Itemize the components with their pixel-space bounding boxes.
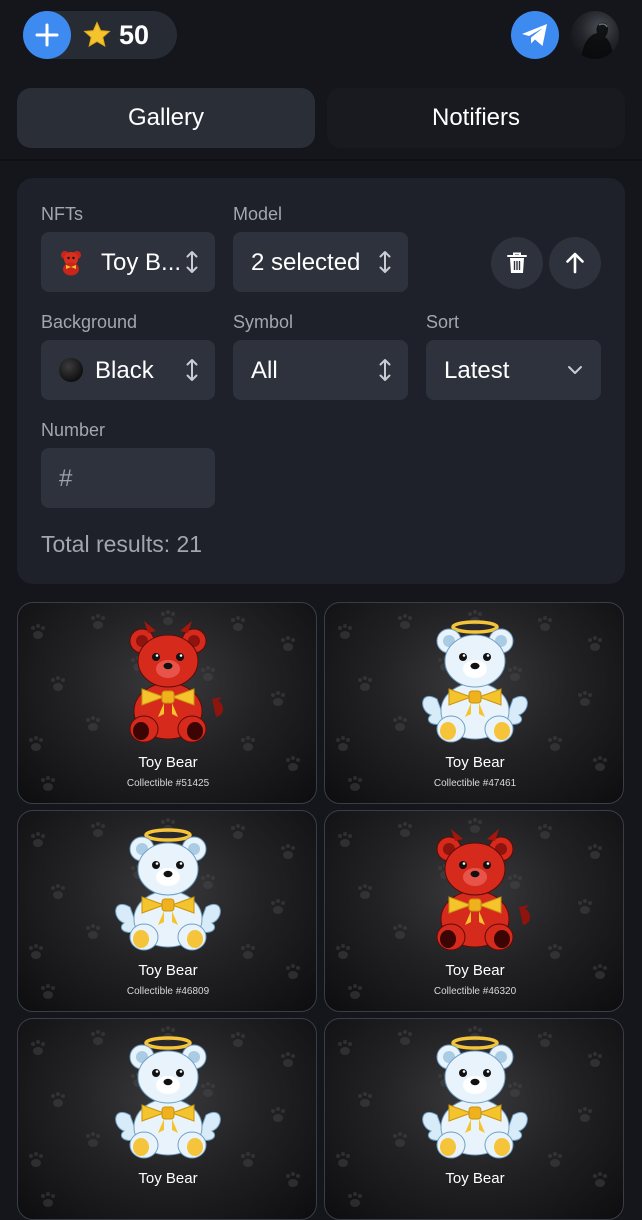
- gift-card[interactable]: Toy Bear: [324, 1018, 624, 1220]
- angel-bear-image: [422, 1036, 528, 1159]
- filters-panel: NFTs Toy B... Model 2 selected Backgroun…: [17, 178, 625, 584]
- chevron-down-icon: [568, 366, 582, 374]
- background-label: Background: [41, 312, 138, 332]
- gift-name: Toy Bear: [138, 1170, 198, 1187]
- star-balance[interactable]: 50: [23, 11, 177, 59]
- symbol-label: Symbol: [233, 312, 294, 332]
- sort-value: Latest: [444, 357, 510, 384]
- top-bar: 50 Gallery Notifiers: [0, 0, 642, 160]
- gift-card[interactable]: Toy Bear: [17, 1018, 317, 1220]
- devil-bear-image: [436, 829, 530, 951]
- gift-name: Toy Bear: [138, 962, 198, 979]
- gift-number: Collectible #46809: [126, 986, 210, 997]
- nfts-value: Toy B...: [101, 249, 182, 276]
- avatar[interactable]: [571, 11, 619, 59]
- model-label: Model: [233, 204, 283, 224]
- updown-arrow-icon: [186, 251, 198, 273]
- gift-card[interactable]: Toy Bear Collectible #46320: [324, 810, 624, 1012]
- background-value: Black: [95, 357, 154, 384]
- view-tabs: Gallery Notifiers: [17, 88, 625, 148]
- angel-bear-image: [115, 1036, 221, 1159]
- gift-card[interactable]: Toy Bear Collectible #47461: [324, 602, 624, 804]
- arrow-up-icon: [566, 252, 584, 274]
- add-stars-button[interactable]: [23, 11, 71, 59]
- background-select[interactable]: Black: [41, 340, 215, 400]
- number-placeholder: #: [59, 465, 73, 492]
- symbol-value: All: [251, 357, 278, 384]
- model-value: 2 selected: [251, 249, 361, 276]
- gift-name: Toy Bear: [445, 962, 505, 979]
- tab-notifiers[interactable]: Notifiers: [327, 88, 625, 148]
- trash-icon: [507, 252, 527, 273]
- sort-select[interactable]: Latest: [426, 340, 601, 400]
- number-input[interactable]: #: [41, 448, 215, 508]
- telegram-icon: [522, 24, 547, 46]
- total-results: Total results: 21: [41, 531, 203, 557]
- tab-gallery[interactable]: Gallery: [17, 88, 315, 148]
- symbol-select[interactable]: All: [233, 340, 408, 400]
- toy-bear-icon: [61, 251, 81, 276]
- balance-value: 50: [119, 20, 150, 50]
- gift-number: Collectible #46320: [433, 986, 517, 997]
- gift-card[interactable]: Toy Bear Collectible #46809: [17, 810, 317, 1012]
- gift-name: Toy Bear: [138, 754, 198, 771]
- gift-name: Toy Bear: [445, 754, 505, 771]
- devil-bear-image: [129, 621, 223, 743]
- gift-name: Toy Bear: [445, 1170, 505, 1187]
- star-icon: [83, 21, 111, 48]
- nfts-label: NFTs: [41, 204, 83, 224]
- angel-bear-image: [115, 828, 221, 951]
- gift-number: Collectible #47461: [433, 778, 517, 789]
- sort-direction-button[interactable]: [549, 237, 601, 289]
- updown-arrow-icon: [379, 251, 391, 273]
- angel-bear-image: [422, 620, 528, 743]
- telegram-button[interactable]: [511, 11, 559, 59]
- color-swatch-icon: [59, 358, 83, 382]
- sort-label: Sort: [426, 312, 460, 332]
- avatar-image: [581, 22, 613, 59]
- number-label: Number: [41, 420, 106, 440]
- header-divider: [0, 159, 642, 161]
- gift-card[interactable]: Toy Bear Collectible #51425: [17, 602, 317, 804]
- updown-arrow-icon: [186, 359, 198, 381]
- model-select[interactable]: 2 selected: [233, 232, 408, 292]
- clear-filters-button[interactable]: [491, 237, 543, 289]
- nfts-select[interactable]: Toy B...: [41, 232, 215, 292]
- gift-number: Collectible #51425: [126, 778, 210, 789]
- plus-icon: [35, 23, 59, 47]
- updown-arrow-icon: [379, 359, 391, 381]
